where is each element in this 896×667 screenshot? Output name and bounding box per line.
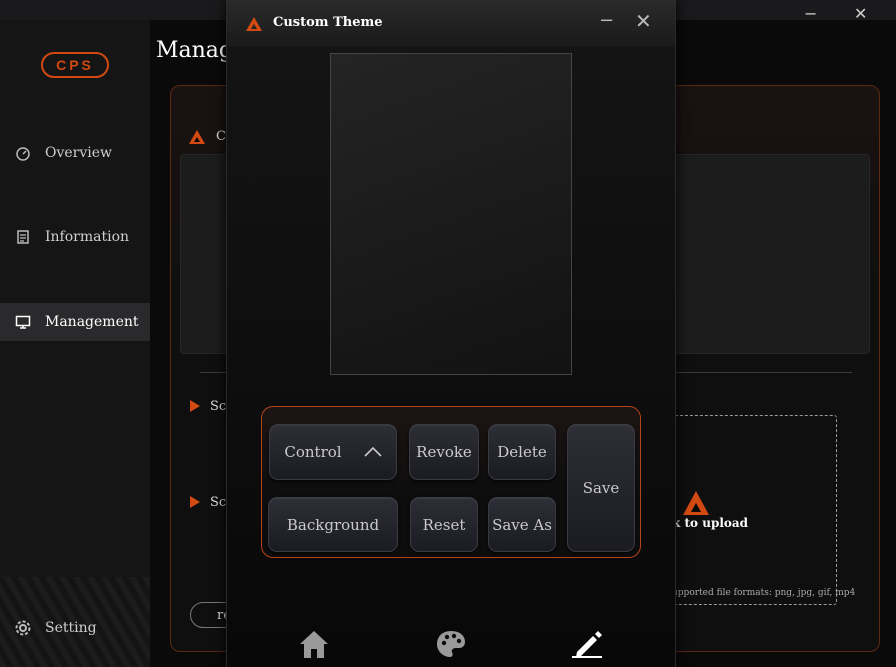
background-button[interactable]: Background [268,497,398,552]
settings-row-label: Sc [210,399,227,414]
sidebar-item-label: Setting [45,620,97,636]
sidebar-item-overview[interactable]: Overview [0,134,150,172]
dialog-close-button[interactable]: ✕ [635,9,652,33]
delete-label: Delete [497,443,547,461]
monitor-icon [14,313,32,331]
sidebar-item-label: Management [45,314,139,330]
save-as-button[interactable]: Save As [488,497,556,552]
expand-arrow-icon[interactable] [190,400,200,412]
dashboard-icon [14,144,32,162]
home-icon [300,631,328,658]
dialog-logo-icon [246,17,262,31]
control-label: Control [284,443,342,461]
chevron-up-icon [364,447,382,457]
dialog-title: Custom Theme [273,15,383,30]
cps-logo: CPS [41,52,109,78]
revoke-button[interactable]: Revoke [409,424,479,480]
tab-home[interactable] [297,628,331,660]
reset-label: Reset [422,515,466,534]
tab-palette[interactable] [434,628,468,660]
save-label: Save [582,479,620,497]
upload-label[interactable]: k to upload [672,516,748,530]
main-close-button[interactable]: ✕ [854,4,867,23]
section-header: C [216,129,226,144]
save-as-label: Save As [492,515,552,534]
dialog-titlebar: Custom Theme − ✕ [227,0,675,46]
active-tab-indicator [572,656,602,658]
expand-arrow-icon[interactable] [190,496,200,508]
sidebar-item-management[interactable]: Management [0,303,150,341]
upload-logo-icon [683,491,709,515]
save-button[interactable]: Save [567,424,635,552]
gear-icon [14,619,32,637]
sidebar: CPS Overview Information Management Sett… [0,20,150,667]
main-minimize-button[interactable]: − [804,4,817,23]
logo-text: CPS [56,57,94,73]
delete-button[interactable]: Delete [488,424,556,480]
section-logo-icon [188,129,206,149]
revoke-label: Revoke [416,443,472,461]
sidebar-item-setting[interactable]: Setting [0,609,150,647]
sidebar-item-information[interactable]: Information [0,218,150,256]
document-icon [14,228,32,246]
theme-canvas[interactable] [330,53,572,375]
sidebar-item-label: Overview [45,145,113,161]
custom-theme-dialog: Custom Theme − ✕ Control Revoke Delete S… [226,0,676,667]
pencil-icon [576,631,602,657]
settings-row-label: Sc [210,495,227,510]
dialog-minimize-button[interactable]: − [599,10,614,31]
supported-formats: upported file formats: png, jpg, gif, mp… [672,588,856,598]
palette-icon [437,631,465,657]
control-button[interactable]: Control [269,424,397,480]
sidebar-item-label: Information [45,229,130,245]
background-label: Background [286,515,380,534]
reset-button[interactable]: Reset [410,497,478,552]
